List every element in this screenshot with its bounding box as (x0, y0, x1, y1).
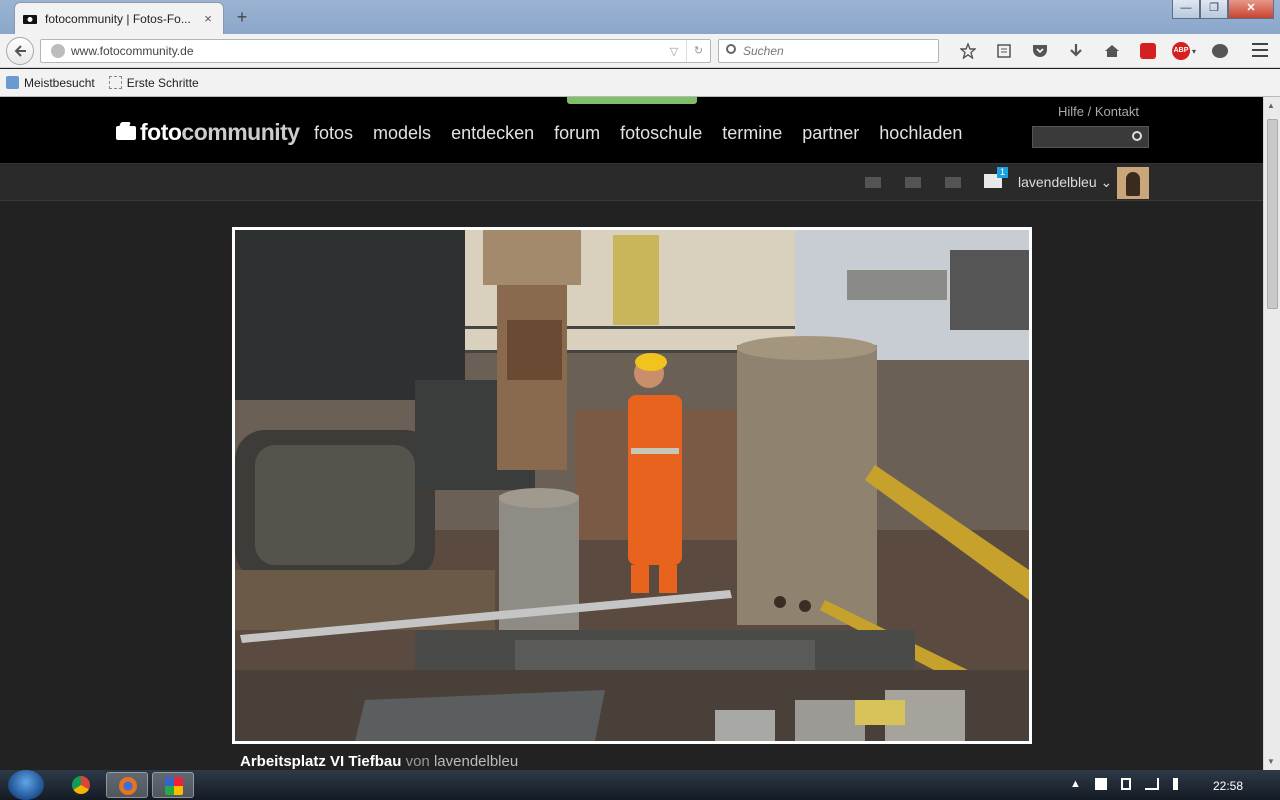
home-icon[interactable] (1094, 41, 1130, 61)
green-tab-accent[interactable] (567, 97, 697, 104)
restore-button[interactable]: ❐ (1200, 0, 1228, 19)
nav-partner[interactable]: partner (802, 123, 859, 144)
browser-titlebar: fotocommunity | Fotos-Fo... × + — ❐ ✕ (0, 0, 1280, 34)
reading-list-icon[interactable] (986, 41, 1022, 61)
site-logo[interactable]: fotocommunity (116, 119, 300, 146)
photo-frame (232, 227, 1032, 744)
nav-entdecken[interactable]: entdecken (451, 123, 534, 144)
bookmark-label: Erste Schritte (126, 75, 199, 90)
comments-icon[interactable] (905, 177, 921, 188)
bookmark-erste-schritte[interactable]: Erste Schritte (108, 75, 199, 90)
user-bar: 1 lavendelbleu ⌄ (0, 164, 1263, 201)
address-bar[interactable]: www.fotocommunity.de ▽ ↻ (40, 39, 711, 63)
system-tray: ▲ (1070, 778, 1199, 790)
photo-title[interactable]: Arbeitsplatz VI Tiefbau (240, 753, 401, 770)
taskbar-chrome[interactable] (60, 772, 102, 798)
avatar[interactable] (1117, 167, 1149, 199)
nav-hochladen[interactable]: hochladen (879, 123, 962, 144)
logo-wordmark: fotocommunity (140, 119, 300, 146)
taskbar-clock[interactable]: 22:58 (1213, 779, 1243, 793)
search-icon (726, 44, 736, 54)
construction-site-image (235, 230, 1029, 741)
network-icon[interactable] (1144, 778, 1159, 790)
nav-fotos[interactable]: fotos (314, 123, 353, 144)
logo-word-community: community (181, 119, 300, 145)
bookmark-page-icon (108, 76, 122, 89)
toolbar-icons: ABP ▾ (950, 41, 1238, 61)
main-photo[interactable] (235, 230, 1029, 741)
url-dropdown-icon[interactable]: ▽ (662, 45, 686, 58)
tab-title: fotocommunity | Fotos-Fo... (45, 11, 191, 26)
help-contact-link[interactable]: Hilfe / Kontakt (1058, 104, 1139, 119)
photo-author[interactable]: lavendelbleu (434, 753, 518, 770)
adblock-icon[interactable]: ABP ▾ (1166, 41, 1202, 61)
taskbar-firefox[interactable] (106, 772, 148, 798)
search-input[interactable]: Suchen (718, 39, 939, 63)
bookmark-folder-icon (6, 76, 19, 89)
window-controls: — ❐ ✕ (1172, 0, 1274, 19)
star-icon[interactable] (950, 41, 986, 61)
minimize-button[interactable]: — (1172, 0, 1200, 19)
site-header: fotocommunity fotos models entdecken for… (0, 97, 1263, 164)
back-button[interactable] (6, 37, 34, 65)
back-arrow-icon (14, 45, 26, 57)
tray-expand-icon[interactable]: ▲ (1070, 778, 1081, 790)
logo-word-foto: foto (140, 119, 182, 145)
bookmark-meistbesucht[interactable]: Meistbesucht (6, 76, 95, 90)
nav-termine[interactable]: termine (722, 123, 782, 144)
start-button[interactable] (8, 770, 44, 800)
site-search-icon[interactable] (1132, 131, 1142, 141)
acrobat-icon[interactable] (1130, 41, 1166, 61)
username-label: lavendelbleu (1018, 174, 1097, 190)
scroll-up-icon[interactable]: ▲ (1267, 101, 1275, 110)
nav-fotoschule[interactable]: fotoschule (620, 123, 702, 144)
camera-logo-icon (116, 125, 136, 140)
volume-icon[interactable] (1172, 778, 1185, 790)
chat-icon[interactable] (1202, 41, 1238, 61)
chevron-down-icon: ⌄ (1100, 174, 1113, 190)
by-label: von (405, 753, 430, 770)
menu-burger-icon[interactable] (1252, 43, 1268, 61)
bookmarks-bar: Meistbesucht Erste Schritte (0, 69, 1280, 97)
scroll-down-icon[interactable]: ▼ (1267, 757, 1275, 766)
nav-models[interactable]: models (373, 123, 431, 144)
close-window-button[interactable]: ✕ (1228, 0, 1274, 19)
picasa-icon (165, 777, 183, 795)
fotocommunity-favicon-icon (23, 15, 37, 24)
power-icon[interactable] (1120, 778, 1131, 790)
main-nav: fotos models entdecken forum fotoschule … (314, 123, 982, 144)
browser-navbar: www.fotocommunity.de ▽ ↻ Suchen ABP ▾ (0, 34, 1280, 68)
download-icon[interactable] (1058, 41, 1094, 61)
chat-bubble-icon[interactable] (945, 177, 961, 188)
chrome-icon (72, 776, 90, 794)
pocket-icon[interactable] (1022, 41, 1058, 61)
firefox-icon (119, 777, 137, 795)
taskbar-picasa[interactable] (152, 772, 194, 798)
photo-caption: Arbeitsplatz VI Tiefbau von lavendelbleu (240, 753, 518, 770)
site-search-input[interactable] (1032, 126, 1149, 148)
nav-forum[interactable]: forum (554, 123, 600, 144)
scroll-thumb[interactable] (1267, 119, 1278, 309)
page-content: fotocommunity fotos models entdecken for… (0, 97, 1263, 770)
mail-icon[interactable] (865, 177, 881, 188)
new-tab-button[interactable]: + (232, 8, 252, 28)
url-text: www.fotocommunity.de (71, 44, 194, 58)
windows-taskbar: ▲ 22:58 (0, 770, 1280, 800)
browser-tab[interactable]: fotocommunity | Fotos-Fo... × (14, 2, 224, 34)
globe-icon (51, 44, 65, 58)
user-menu[interactable]: lavendelbleu ⌄ (1018, 174, 1112, 191)
notification-badge: 1 (997, 167, 1008, 178)
bookmark-label: Meistbesucht (24, 75, 95, 90)
page-scrollbar[interactable]: ▲ ▼ (1263, 97, 1280, 770)
flag-icon[interactable] (1094, 778, 1107, 790)
tab-close-icon[interactable]: × (201, 12, 215, 26)
reload-icon[interactable]: ↻ (686, 40, 710, 62)
